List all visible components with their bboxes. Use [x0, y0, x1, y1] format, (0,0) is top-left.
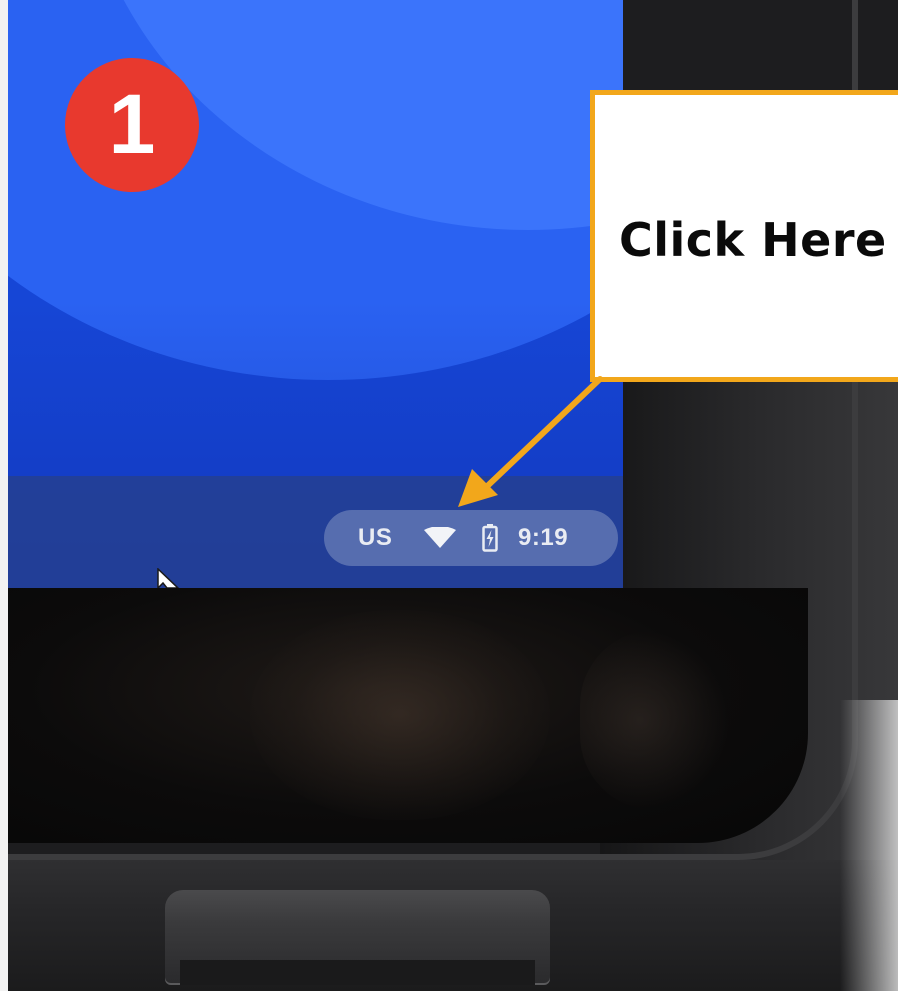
mouse-cursor-icon: [157, 568, 180, 588]
clock-label: 9:19: [518, 524, 569, 551]
background-light: [840, 700, 898, 991]
wifi-icon: [424, 527, 456, 548]
photo-stage: US 9:19 1 Click Here: [0, 0, 898, 991]
photo-border: [0, 0, 8, 991]
battery-charging-icon: [482, 524, 498, 552]
step-number: 1: [108, 77, 156, 171]
step-number-badge: 1: [65, 58, 199, 192]
input-method-label: US: [358, 524, 393, 551]
instruction-callout: Click Here: [590, 90, 898, 382]
callout-text: Click Here: [619, 213, 887, 267]
hinge-shadow: [180, 960, 535, 985]
pointer-arrow-icon: [458, 376, 603, 507]
status-tray-button[interactable]: US 9:19: [324, 510, 618, 566]
